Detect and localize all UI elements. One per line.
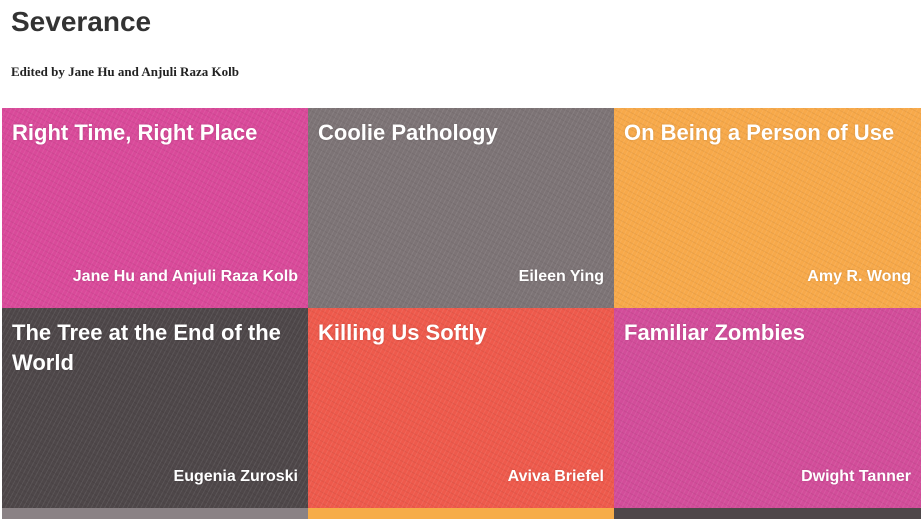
essay-tile-partial[interactable]: [308, 508, 614, 519]
essay-author: Amy R. Wong: [807, 268, 911, 285]
essay-author: Eileen Ying: [518, 268, 604, 285]
essay-title[interactable]: Killing Us Softly: [318, 318, 602, 348]
essay-title[interactable]: Familiar Zombies: [624, 318, 909, 348]
essay-grid: Right Time, Right Place Jane Hu and Anju…: [2, 108, 921, 519]
essay-tile[interactable]: On Being a Person of Use Amy R. Wong: [614, 108, 921, 308]
essay-tile[interactable]: Right Time, Right Place Jane Hu and Anju…: [2, 108, 308, 308]
essay-tile[interactable]: Coolie Pathology Eileen Ying: [308, 108, 614, 308]
essay-author: Eugenia Zuroski: [173, 468, 298, 485]
essay-author: Dwight Tanner: [801, 468, 911, 485]
essay-title[interactable]: Right Time, Right Place: [12, 118, 296, 148]
essay-title[interactable]: The Tree at the End of the World: [12, 318, 296, 378]
essay-tile-partial[interactable]: [614, 508, 921, 519]
essay-title[interactable]: Coolie Pathology: [318, 118, 602, 148]
essay-author: Aviva Briefel: [507, 468, 604, 485]
essay-tile[interactable]: The Tree at the End of the World Eugenia…: [2, 308, 308, 508]
essay-tile-partial[interactable]: [2, 508, 308, 519]
essay-tile[interactable]: Familiar Zombies Dwight Tanner: [614, 308, 921, 508]
essay-tile[interactable]: Killing Us Softly Aviva Briefel: [308, 308, 614, 508]
essay-author: Jane Hu and Anjuli Raza Kolb: [72, 268, 298, 285]
page-title: Severance: [11, 6, 152, 37]
essay-title[interactable]: On Being a Person of Use: [624, 118, 909, 148]
editors-byline: Edited by Jane Hu and Anjuli Raza Kolb: [11, 64, 239, 79]
